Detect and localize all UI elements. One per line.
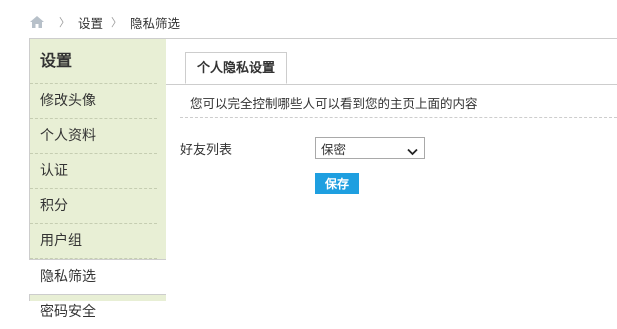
breadcrumb: 〉 设置 〉 隐私筛选: [29, 12, 180, 32]
friends-privacy-value: 保密: [321, 141, 347, 157]
sidebar-item-privacy[interactable]: 隐私筛选: [29, 259, 166, 295]
sidebar-title: 设置: [30, 39, 157, 84]
home-icon[interactable]: [29, 15, 45, 29]
breadcrumb-item-privacy[interactable]: 隐私筛选: [130, 13, 180, 32]
tab-privacy-settings[interactable]: 个人隐私设置: [185, 52, 288, 84]
save-button[interactable]: 保存: [315, 173, 359, 194]
sidebar-item-password[interactable]: 密码安全: [30, 295, 157, 329]
sidebar-item-avatar[interactable]: 修改头像: [30, 84, 157, 119]
chevron-down-icon: [407, 144, 418, 156]
form-row-friends: 好友列表 保密: [180, 137, 425, 159]
sidebar-item-credits[interactable]: 积分: [30, 189, 157, 224]
notice-divider: [180, 117, 617, 118]
chevron-right-icon: 〉: [111, 16, 123, 29]
tab-bar: 个人隐私设置: [166, 39, 617, 85]
friends-list-label: 好友列表: [180, 142, 233, 158]
sidebar-item-verify[interactable]: 认证: [30, 154, 157, 189]
breadcrumb-item-settings[interactable]: 设置: [78, 13, 103, 32]
sidebar-list: 修改头像 个人资料 认证 积分 用户组 隐私筛选 密码安全: [29, 84, 166, 329]
main-content: 个人隐私设置 您可以完全控制哪些人可以看到您的主页上面的内容 好友列表 保密 保…: [166, 39, 617, 301]
sidebar-item-profile[interactable]: 个人资料: [30, 119, 157, 154]
sidebar: 设置 修改头像 个人资料 认证 积分 用户组 隐私筛选 密码安全: [29, 39, 166, 320]
sidebar-item-usergroup[interactable]: 用户组: [30, 224, 157, 259]
notice-text: 您可以完全控制哪些人可以看到您的主页上面的内容: [190, 96, 478, 111]
chevron-right-icon: 〉: [59, 16, 70, 29]
friends-privacy-select[interactable]: 保密: [315, 137, 425, 159]
